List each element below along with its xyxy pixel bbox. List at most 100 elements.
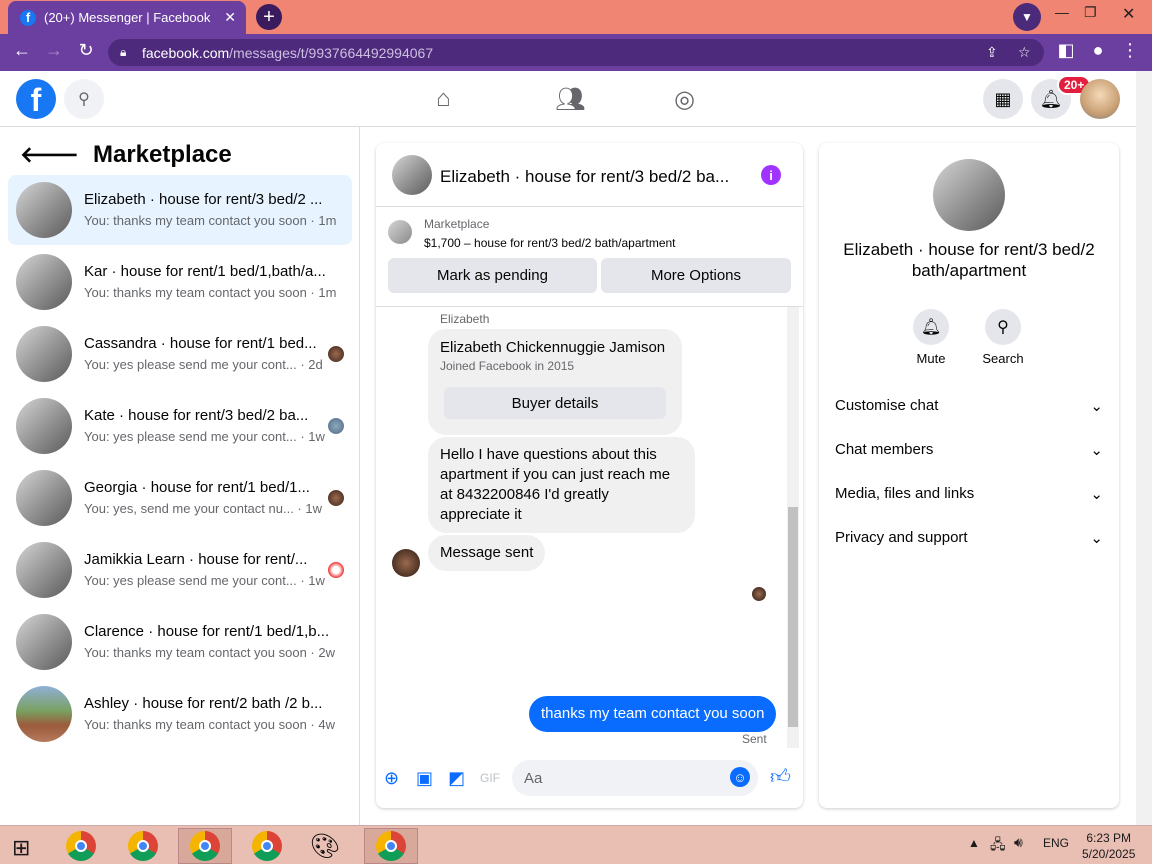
chat-title[interactable]: Elizabeth · house for rent/3 bed/2 ba... bbox=[440, 167, 750, 187]
chrome-taskbar-app[interactable] bbox=[54, 828, 108, 864]
conversation-preview: You: thanks my team contact you soon · 1… bbox=[84, 285, 337, 300]
message-input[interactable]: Aa ☺ bbox=[512, 760, 758, 796]
seen-avatar bbox=[328, 346, 344, 362]
lock-icon: 🔒︎ bbox=[120, 45, 127, 59]
paint-icon[interactable]: 🎨︎ bbox=[298, 828, 352, 864]
volume-icon[interactable]: 🔊︎ bbox=[1014, 834, 1023, 851]
conversation-thumbnail bbox=[16, 542, 72, 598]
tab-search-dropdown-icon[interactable]: ▼ bbox=[1013, 3, 1041, 31]
more-options-button[interactable]: More Options bbox=[601, 258, 791, 293]
info-icon[interactable]: i bbox=[761, 165, 781, 185]
bookmark-star-icon[interactable]: ☆ bbox=[1018, 44, 1031, 61]
sender-avatar[interactable] bbox=[392, 549, 420, 577]
language-indicator[interactable]: ENG bbox=[1043, 836, 1069, 850]
section-label: Customise chat bbox=[835, 397, 939, 414]
back-arrow-icon[interactable]: 🡐 bbox=[20, 142, 79, 168]
clock[interactable]: 6:23 PM 5/20/2025 bbox=[1082, 830, 1135, 862]
mark-as-pending-button[interactable]: Mark as pending bbox=[388, 258, 597, 293]
browser-tab[interactable]: f (20+) Messenger | Facebook ✕ bbox=[8, 1, 246, 34]
browser-titlebar: f (20+) Messenger | Facebook ✕ + ▼ — ❐ ✕ bbox=[0, 0, 1152, 34]
conversation-item[interactable]: Kar · house for rent/1 bed/1,bath/a... Y… bbox=[8, 247, 352, 317]
marketplace-listing-bar: Marketplace $1,700 – house for rent/3 be… bbox=[376, 207, 803, 307]
emoji-icon[interactable]: ☺ bbox=[730, 767, 750, 787]
window-close-icon[interactable]: ✕ bbox=[1122, 4, 1135, 24]
listing-title[interactable]: $1,700 – house for rent/3 bed/2 bath/apa… bbox=[424, 236, 676, 250]
sidebar-title: Marketplace bbox=[93, 141, 232, 168]
back-arrow-icon[interactable]: ← bbox=[10, 40, 34, 61]
chrome-taskbar-app[interactable] bbox=[178, 828, 232, 864]
chat-members-section[interactable]: Chat members ⌄ bbox=[835, 441, 1103, 459]
buyer-details-button[interactable]: Buyer details bbox=[444, 387, 666, 419]
groups-icon[interactable]: ◎ bbox=[674, 85, 695, 114]
chat-avatar[interactable] bbox=[392, 155, 432, 195]
conversation-item[interactable]: Kate · house for rent/3 bed/2 ba... You:… bbox=[8, 391, 352, 461]
windows-start-icon[interactable]: ⊞ bbox=[12, 835, 30, 861]
marketplace-label: Marketplace bbox=[424, 217, 490, 231]
tray-arrow-icon[interactable]: ▲ bbox=[968, 836, 980, 850]
friends-icon[interactable]: 👥︎ bbox=[555, 85, 585, 114]
profile-icon[interactable]: ● bbox=[1086, 40, 1110, 61]
scrollbar-thumb[interactable] bbox=[788, 507, 798, 727]
conversation-preview: You: yes please send me your cont... · 1… bbox=[84, 573, 325, 588]
conversation-preview: You: thanks my team contact you soon · 2… bbox=[84, 645, 335, 660]
chrome-taskbar-app[interactable] bbox=[116, 828, 170, 864]
tab-title: (20+) Messenger | Facebook bbox=[44, 10, 211, 25]
conversation-item[interactable]: Ashley · house for rent/2 bath /2 b... Y… bbox=[8, 679, 352, 749]
reload-icon[interactable]: ↻ bbox=[74, 40, 98, 61]
restore-icon[interactable]: ❐ bbox=[1084, 4, 1097, 21]
search-icon[interactable]: ⚲ bbox=[64, 79, 104, 119]
read-receipt-avatar bbox=[752, 587, 766, 601]
conversation-preview: You: thanks my team contact you soon · 1… bbox=[84, 213, 337, 228]
message-scrollbar[interactable] bbox=[787, 307, 799, 748]
mute-action[interactable]: 🔔︎ Mute bbox=[901, 309, 961, 366]
conversation-item[interactable]: Jamikkia Learn · house for rent/... You:… bbox=[8, 535, 352, 605]
chat-panel: Elizabeth · house for rent/3 bed/2 ba...… bbox=[376, 143, 803, 808]
privacy-support-section[interactable]: Privacy and support ⌄ bbox=[835, 529, 1103, 547]
clock-time: 6:23 PM bbox=[1086, 831, 1132, 845]
contact-avatar[interactable] bbox=[933, 159, 1005, 231]
conversation-preview: You: yes, send me your contact nu... · 1… bbox=[84, 501, 322, 516]
page-scrollbar[interactable] bbox=[1136, 71, 1152, 825]
search-action[interactable]: ⚲ Search bbox=[973, 309, 1033, 366]
home-icon[interactable]: ⌂ bbox=[436, 85, 451, 113]
media-files-links-section[interactable]: Media, files and links ⌄ bbox=[835, 485, 1103, 503]
search-icon[interactable]: ⚲ bbox=[985, 309, 1021, 345]
browser-toolbar: ← → ↻ 🔒︎ facebook.com/messages/t/9937664… bbox=[0, 34, 1152, 71]
sidepanel-icon[interactable]: ◧ bbox=[1054, 40, 1078, 61]
message-list: Elizabeth Elizabeth Chickennuggie Jamiso… bbox=[376, 307, 803, 748]
chevron-down-icon: ⌄ bbox=[1090, 530, 1103, 547]
facebook-logo-icon[interactable]: f bbox=[16, 79, 56, 119]
conversation-sidebar: 🡐 Marketplace Elizabeth · house for rent… bbox=[0, 127, 360, 825]
conversation-thumbnail bbox=[16, 326, 72, 382]
network-icon[interactable]: 🖧︎ bbox=[990, 834, 1006, 858]
thumbs-up-icon[interactable]: 👍︎ bbox=[770, 765, 791, 789]
sticker-icon[interactable]: ◩ bbox=[448, 768, 465, 789]
conversation-thumbnail bbox=[16, 182, 72, 238]
share-icon[interactable]: ⇪ bbox=[986, 44, 998, 61]
photo-icon[interactable]: ▣ bbox=[416, 768, 433, 789]
conversation-thumbnail bbox=[16, 686, 72, 742]
conversation-item[interactable]: Elizabeth · house for rent/3 bed/2 ... Y… bbox=[8, 175, 352, 245]
menu-grid-icon[interactable]: ▦ bbox=[983, 79, 1023, 119]
customise-chat-section[interactable]: Customise chat ⌄ bbox=[835, 397, 1103, 415]
minimize-icon[interactable]: — bbox=[1055, 4, 1069, 20]
conversation-thumbnail bbox=[16, 470, 72, 526]
conversation-item[interactable]: Cassandra · house for rent/1 bed... You:… bbox=[8, 319, 352, 389]
chrome-icon bbox=[252, 831, 282, 861]
conversation-item[interactable]: Georgia · house for rent/1 bed/1... You:… bbox=[8, 463, 352, 533]
chrome-taskbar-app[interactable] bbox=[240, 828, 294, 864]
new-tab-button[interactable]: + bbox=[256, 4, 282, 30]
tab-close-icon[interactable]: ✕ bbox=[224, 9, 236, 26]
conversation-item[interactable]: Clarence · house for rent/1 bed/1,b... Y… bbox=[8, 607, 352, 677]
menu-kebab-icon[interactable]: ⋮ bbox=[1118, 40, 1142, 61]
gif-icon[interactable]: GIF bbox=[480, 771, 500, 785]
bell-icon[interactable]: 🔔︎ bbox=[913, 309, 949, 345]
search-label: Search bbox=[982, 351, 1024, 366]
chrome-taskbar-app[interactable] bbox=[364, 828, 418, 864]
account-avatar[interactable] bbox=[1080, 79, 1120, 119]
add-plus-icon[interactable]: ⊕ bbox=[384, 768, 399, 789]
address-bar[interactable]: 🔒︎ facebook.com/messages/t/9937664492994… bbox=[108, 39, 1044, 66]
conversation-thumbnail bbox=[16, 614, 72, 670]
forward-arrow-icon[interactable]: → bbox=[42, 40, 66, 61]
conversation-title: Ashley · house for rent/2 bath /2 b... bbox=[84, 695, 323, 712]
